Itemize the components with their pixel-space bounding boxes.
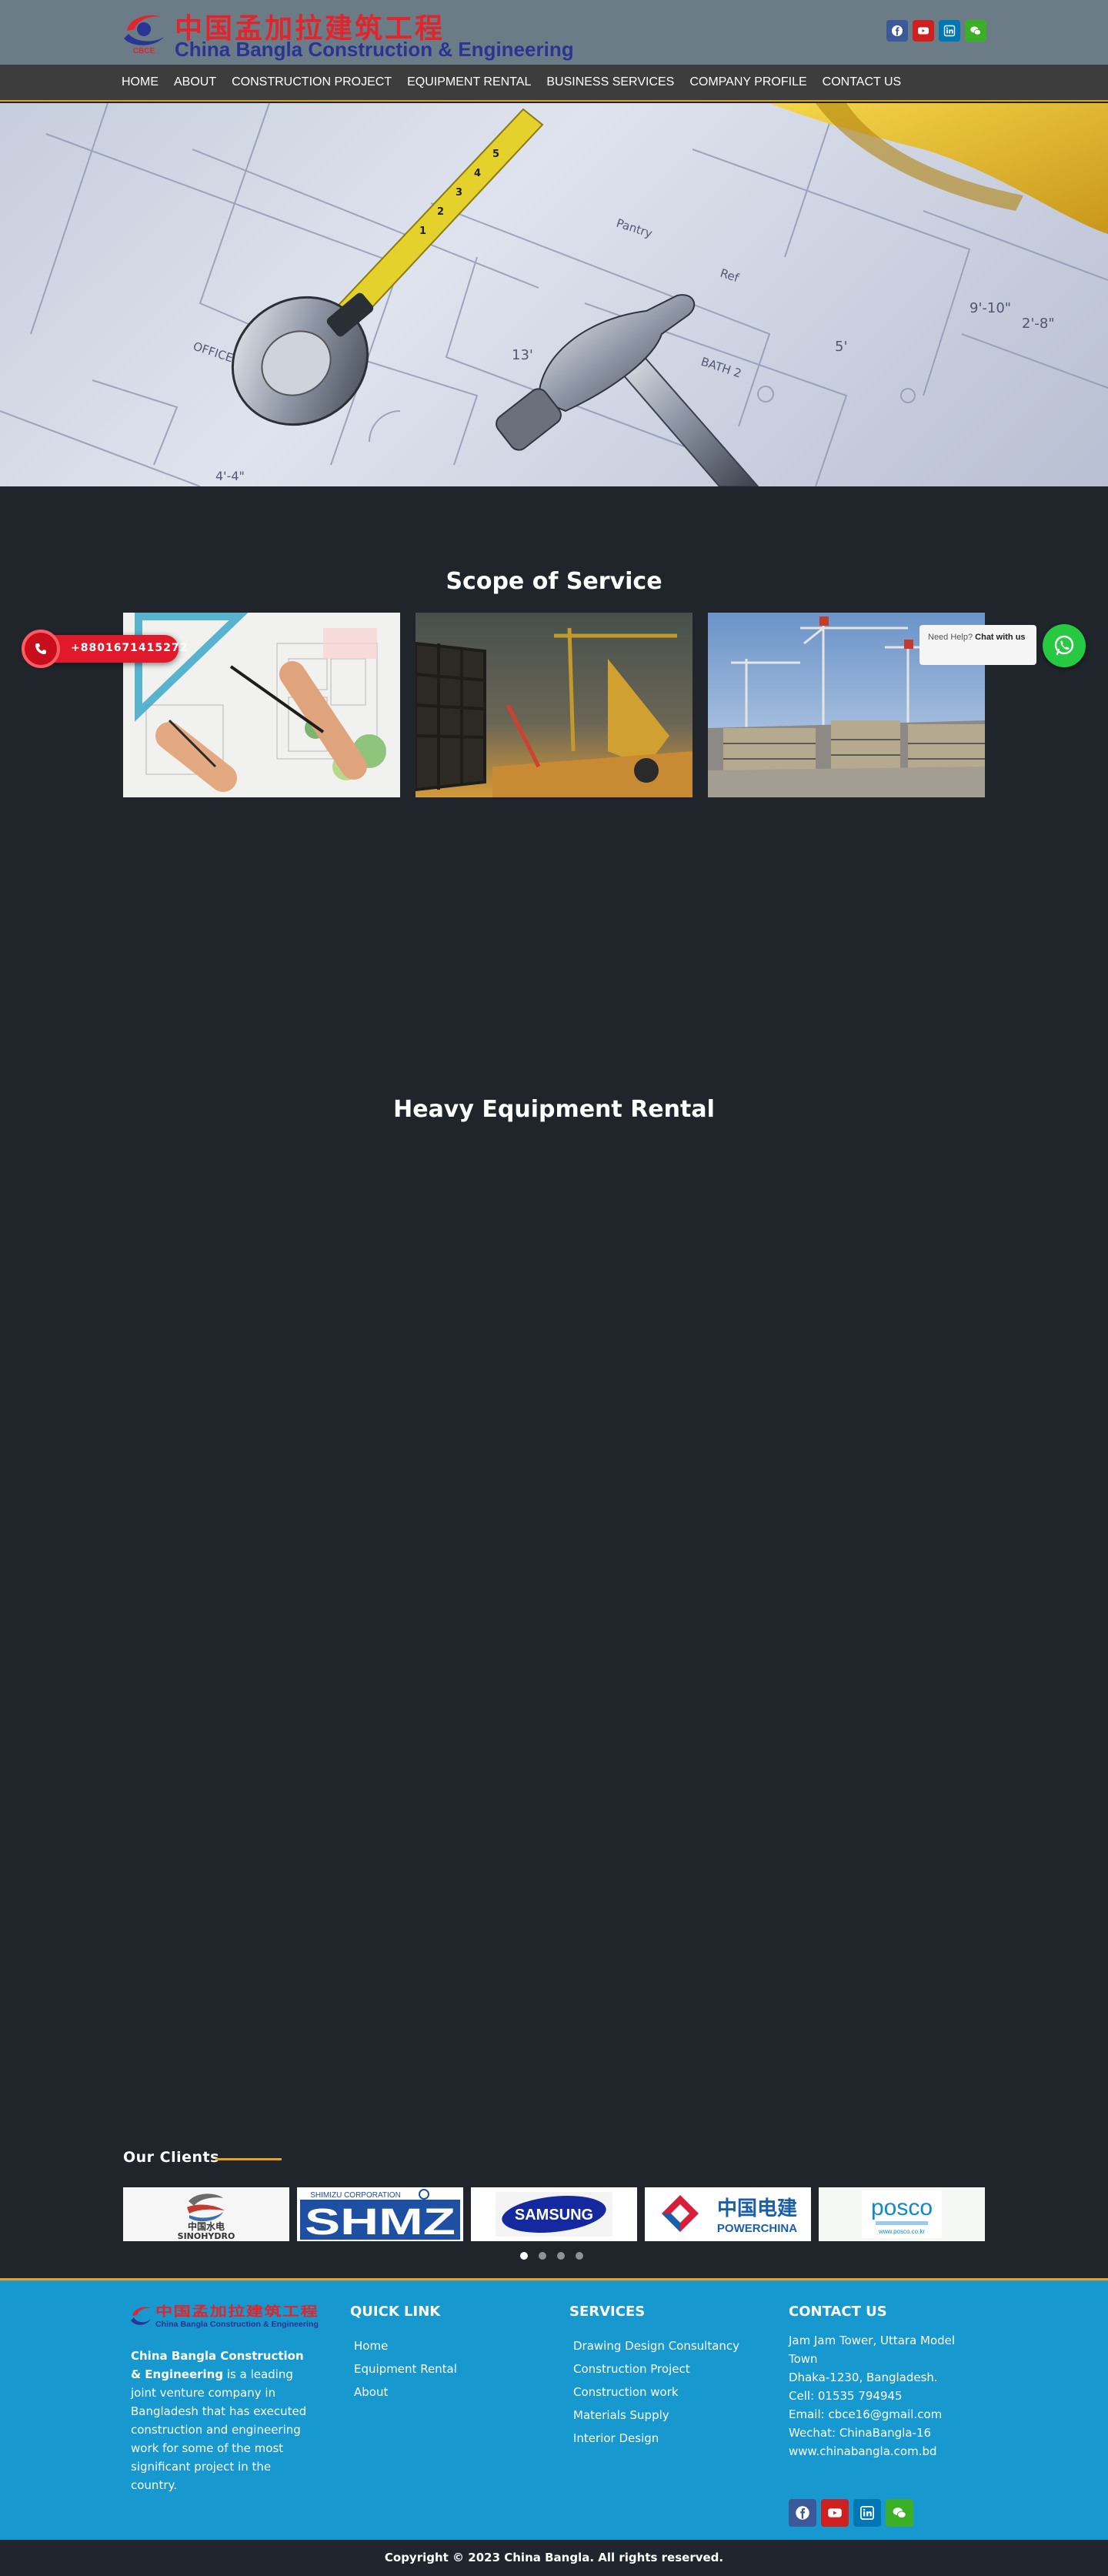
services-heading: SERVICES [569, 2304, 646, 2320]
footer-about-description: is a leading joint venture company in Ba… [131, 2367, 307, 2492]
svg-text:posco: posco [871, 2195, 933, 2220]
carousel-dot-1[interactable] [520, 2252, 528, 2260]
svg-text:CBCE: CBCE [133, 47, 155, 54]
svg-text:POWERCHINA: POWERCHINA [717, 2222, 797, 2235]
contact-address-line-3: Dhaka-1230, Bangladesh. [789, 2371, 938, 2384]
svg-text:4'-4": 4'-4" [215, 469, 245, 483]
svg-text:5: 5 [492, 149, 499, 160]
svg-text:Ref: Ref [719, 266, 741, 286]
quick-link-list: Home Equipment Rental About [354, 2334, 457, 2404]
nav-item-construction-project[interactable]: CONSTRUCTION PROJECT [232, 75, 392, 89]
contact-website[interactable]: www.chinabangla.com.bd [789, 2442, 955, 2461]
svg-text:9'-10": 9'-10" [970, 300, 1011, 316]
contact-email[interactable]: Email: cbce16@gmail.com [789, 2405, 955, 2424]
svg-text:2: 2 [437, 206, 444, 218]
linkedin-icon[interactable] [939, 20, 960, 42]
footer-logo[interactable]: 中国孟加拉建筑工程 China Bangla Construction & En… [131, 2304, 322, 2331]
footer-service-construction-work[interactable]: Construction work [573, 2381, 739, 2404]
facebook-icon[interactable] [886, 20, 908, 42]
client-logo-posco[interactable]: posco www.posco.co.kr [819, 2187, 985, 2241]
site-footer: 中国孟加拉建筑工程 China Bangla Construction & En… [0, 2278, 1108, 2540]
svg-text:5': 5' [835, 339, 847, 355]
nav-item-equipment-rental[interactable]: EQUIPMENT RENTAL [407, 75, 531, 89]
whatsapp-help-prefix: Need Help? [928, 633, 973, 642]
clients-carousel-dots [520, 2252, 583, 2260]
whatsapp-icon[interactable] [1043, 624, 1086, 667]
logo-english-text: China Bangla Construction & Engineering [175, 38, 574, 61]
main-navigation: HOME ABOUT CONSTRUCTION PROJECT EQUIPMEN… [0, 65, 1108, 102]
youtube-icon[interactable] [821, 2499, 849, 2527]
nav-item-company-profile[interactable]: COMPANY PROFILE [689, 75, 806, 89]
call-number[interactable]: +8801671415272 [71, 642, 188, 654]
svg-text:SAMSUNG: SAMSUNG [515, 2207, 593, 2224]
nav-menu: HOME ABOUT CONSTRUCTION PROJECT EQUIPMEN… [122, 65, 916, 100]
client-logo-shimizu[interactable]: SHIMIZU CORPORATION SHMZ [297, 2187, 463, 2241]
footer-about-text: China Bangla Construction & Engineering … [131, 2347, 315, 2494]
carousel-dot-3[interactable] [557, 2252, 565, 2260]
our-clients-title: Our Clients [123, 2149, 219, 2166]
footer-service-interior-design[interactable]: Interior Design [573, 2427, 739, 2450]
svg-text:2'-8": 2'-8" [1022, 316, 1055, 332]
hero-blueprint-image: OFFICE BATH 2 Pantry Ref 9'-10" 2'-8" 13… [0, 103, 1108, 486]
svg-text:Pantry: Pantry [615, 216, 654, 241]
clients-title-underline [215, 2158, 282, 2160]
header-social-links [886, 20, 986, 42]
copyright-bar: Copyright © 2023 China Bangla. All right… [0, 2540, 1108, 2576]
client-logo-sinohydro[interactable]: 中国水电 SINOHYDRO [123, 2187, 289, 2241]
top-header: CBCE 中国孟加拉建筑工程 China Bangla Construction… [0, 0, 1108, 65]
carousel-dot-2[interactable] [539, 2252, 546, 2260]
svg-text:中国电建: 中国电建 [717, 2197, 797, 2220]
svg-text:www.posco.co.kr: www.posco.co.kr [878, 2228, 925, 2235]
site-logo[interactable]: CBCE 中国孟加拉建筑工程 China Bangla Construction… [121, 6, 574, 61]
hero-banner: OFFICE BATH 2 Pantry Ref 9'-10" 2'-8" 13… [0, 103, 1108, 486]
svg-text:13': 13' [512, 347, 533, 363]
nav-item-contact-us[interactable]: CONTACT US [823, 75, 902, 89]
quick-link-heading: QUICK LINK [350, 2304, 441, 2320]
scope-of-service-title: Scope of Service [446, 568, 662, 595]
svg-text:4: 4 [474, 168, 481, 179]
client-logo-powerchina[interactable]: 中国电建 POWERCHINA [645, 2187, 811, 2241]
svg-text:3: 3 [456, 187, 462, 199]
nav-item-about[interactable]: ABOUT [174, 75, 216, 89]
svg-text:中国孟加拉建筑工程: 中国孟加拉建筑工程 [155, 2304, 319, 2320]
service-image-construction-project[interactable] [416, 613, 692, 797]
svg-text:OFFICE: OFFICE [192, 339, 235, 366]
footer-contact-info: Jam Jam Tower, Uttara Model Town Dhaka-1… [789, 2331, 955, 2461]
svg-text:China Bangla Construction & En: China Bangla Construction & Engineering [155, 2320, 319, 2329]
contact-wechat: Wechat: ChinaBangla-16 [789, 2426, 932, 2440]
footer-service-materials-supply[interactable]: Materials Supply [573, 2404, 739, 2427]
contact-address-line-2: Town [789, 2352, 818, 2366]
svg-text:SINOHYDRO: SINOHYDRO [178, 2231, 235, 2241]
contact-cell: Cell: 01535 794945 [789, 2389, 903, 2403]
youtube-icon[interactable] [913, 20, 934, 42]
footer-link-home[interactable]: Home [354, 2334, 457, 2357]
footer-link-about[interactable]: About [354, 2381, 457, 2404]
footer-service-drawing-design[interactable]: Drawing Design Consultancy [573, 2334, 739, 2357]
nav-item-home[interactable]: HOME [122, 75, 159, 89]
cbce-logo-mark: CBCE [124, 15, 164, 54]
nav-item-business-services[interactable]: BUSINESS SERVICES [546, 75, 674, 89]
heavy-equipment-rental-title: Heavy Equipment Rental [393, 1096, 715, 1123]
contact-us-heading: CONTACT US [789, 2304, 887, 2320]
phone-icon[interactable] [22, 630, 60, 668]
client-logo-samsung[interactable]: SAMSUNG [471, 2187, 637, 2241]
svg-text:BATH 2: BATH 2 [699, 355, 743, 381]
svg-text:SHIMIZU CORPORATION: SHIMIZU CORPORATION [310, 2191, 401, 2200]
whatsapp-chat-cta: Chat with us [975, 633, 1026, 642]
wechat-icon[interactable] [886, 2499, 913, 2527]
floating-call-button[interactable]: +8801671415272 [22, 630, 187, 668]
whatsapp-help-bubble[interactable]: Need Help? Chat with us [919, 625, 1036, 665]
contact-address-line-1: Jam Jam Tower, Uttara Model [789, 2334, 956, 2347]
footer-social-links [789, 2499, 913, 2527]
carousel-dot-4[interactable] [576, 2252, 583, 2260]
footer-service-construction-project[interactable]: Construction Project [573, 2357, 739, 2381]
services-list: Drawing Design Consultancy Construction … [573, 2334, 739, 2450]
linkedin-icon[interactable] [853, 2499, 881, 2527]
footer-link-equipment-rental[interactable]: Equipment Rental [354, 2357, 457, 2381]
facebook-icon[interactable] [789, 2499, 816, 2527]
svg-text:中国水电: 中国水电 [188, 2220, 225, 2232]
svg-text:1: 1 [419, 226, 426, 237]
wechat-icon[interactable] [965, 20, 986, 42]
svg-text:SHMZ: SHMZ [305, 2202, 456, 2241]
